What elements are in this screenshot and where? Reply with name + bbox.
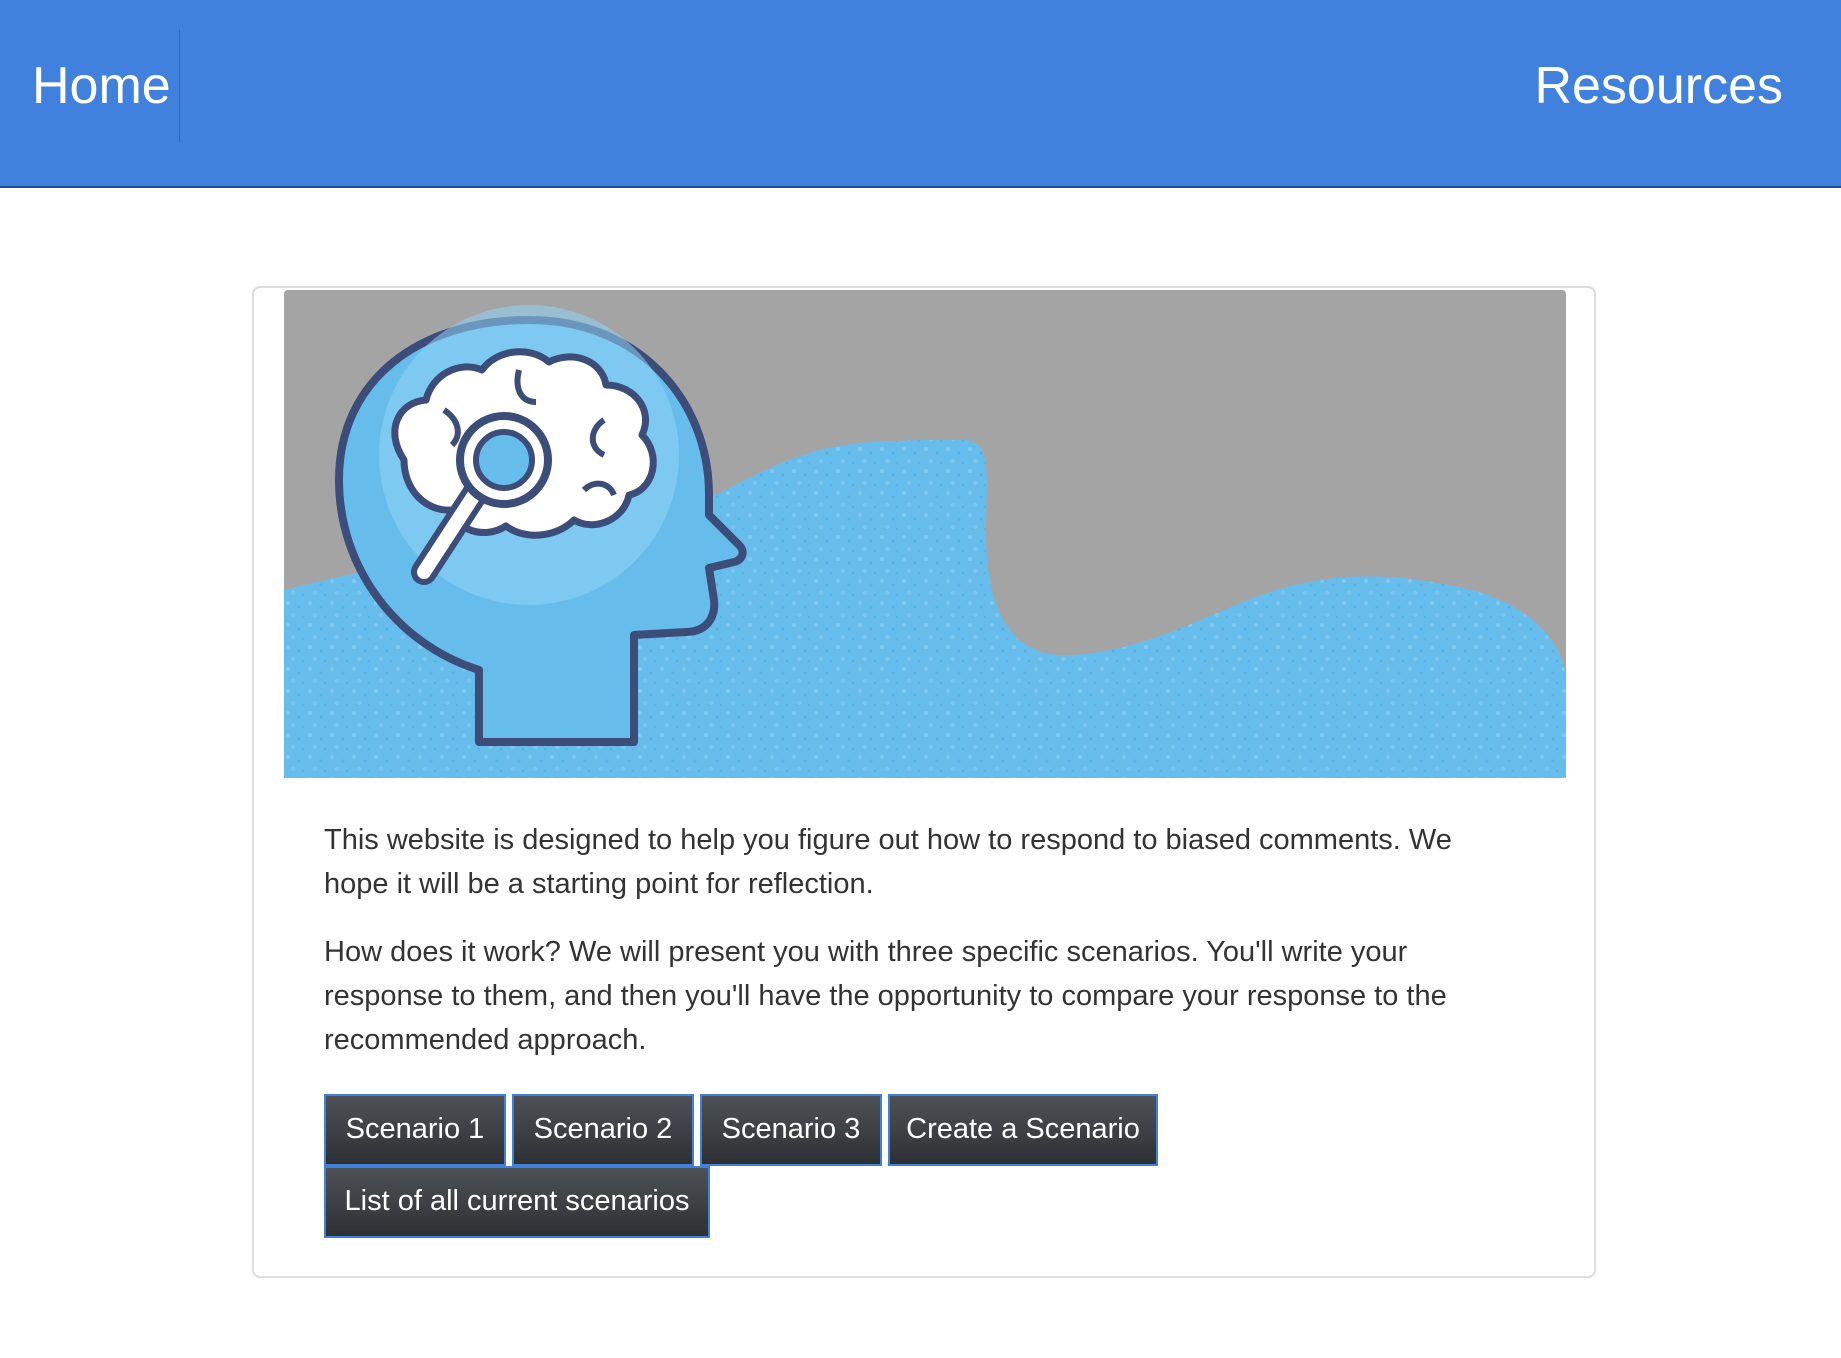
list-scenarios-button[interactable]: List of all current scenarios — [324, 1166, 710, 1238]
create-scenario-button[interactable]: Create a Scenario — [888, 1094, 1158, 1166]
scenario-1-button[interactable]: Scenario 1 — [324, 1094, 506, 1166]
hero-image — [284, 290, 1566, 778]
intro-text: This website is designed to help you fig… — [324, 818, 1524, 1086]
nav-home-link[interactable]: Home — [0, 30, 180, 142]
intro-paragraph-1: This website is designed to help you fig… — [324, 824, 1452, 900]
nav-resources-link[interactable]: Resources — [1534, 30, 1783, 142]
top-navbar: Home Resources — [0, 0, 1841, 188]
brain-magnifier-illustration — [284, 290, 1566, 778]
scenario-2-button[interactable]: Scenario 2 — [512, 1094, 694, 1166]
intro-paragraph-2: How does it work? We will present you wi… — [324, 936, 1447, 1056]
main-panel: This website is designed to help you fig… — [252, 286, 1596, 1278]
scenario-3-button[interactable]: Scenario 3 — [700, 1094, 882, 1166]
